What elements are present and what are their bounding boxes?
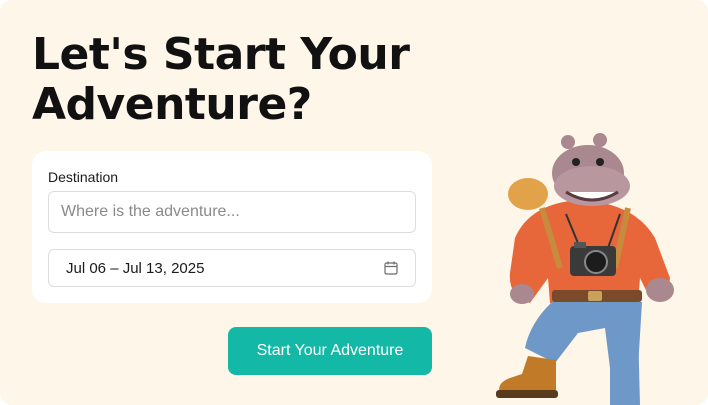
destination-label: Destination [48,169,119,185]
hero-panel: Let's Start Your Adventure? Destination … [0,0,708,405]
search-form-card: Destination Jul 06 – Jul 13, 2025 [32,151,432,303]
date-range-value: Jul 06 – Jul 13, 2025 [66,259,205,277]
hippo-explorer-mascot [496,133,674,405]
page-title: Let's Start Your Adventure? [32,29,410,130]
calendar-icon[interactable] [383,260,399,276]
start-adventure-button[interactable]: Start Your Adventure [228,327,432,375]
destination-input[interactable] [48,191,416,233]
date-range-picker[interactable]: Jul 06 – Jul 13, 2025 [48,249,416,287]
